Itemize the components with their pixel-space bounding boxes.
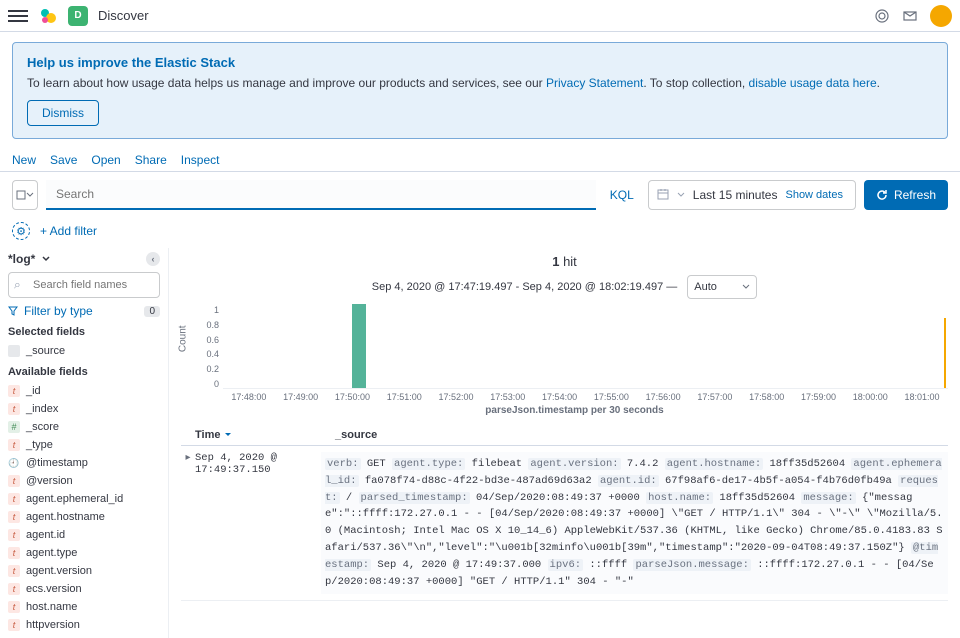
field-item[interactable]: t@version: [8, 472, 160, 490]
banner-text: To learn about how usage data helps us m…: [27, 76, 933, 90]
privacy-link[interactable]: Privacy Statement: [546, 76, 643, 90]
chevron-down-icon: [742, 283, 750, 291]
telemetry-banner: Help us improve the Elastic Stack To lea…: [12, 42, 948, 139]
chevron-down-icon: [677, 191, 685, 199]
inspect-link[interactable]: Inspect: [181, 153, 220, 167]
action-toolbar: New Save Open Share Inspect: [0, 149, 960, 172]
available-fields-label: Available fields: [8, 366, 160, 378]
refresh-icon: [876, 189, 888, 201]
hits-count: 1 hit: [181, 254, 948, 269]
x-axis-label: parseJson.timestamp per 30 seconds: [201, 405, 948, 416]
date-range-text: Last 15 minutes: [693, 188, 778, 202]
histogram-chart[interactable]: Count 10.80.60.40.20 17:48:0017:49:0017:…: [201, 305, 948, 415]
calendar-icon: [657, 188, 669, 203]
td-time: Sep 4, 2020 @ 17:49:37.150: [195, 452, 321, 594]
search-icon: ⌕: [14, 278, 21, 293]
mail-icon[interactable]: [902, 8, 918, 24]
y-axis-label: Count: [178, 325, 189, 352]
saved-query-dropdown[interactable]: [12, 180, 38, 210]
breadcrumb: Discover: [98, 8, 149, 23]
field-item[interactable]: #_score: [8, 418, 160, 436]
field-item[interactable]: 🕘@timestamp: [8, 454, 160, 472]
date-picker[interactable]: Last 15 minutes Show dates: [648, 180, 856, 210]
disable-link[interactable]: disable usage data here: [749, 76, 877, 90]
banner-title: Help us improve the Elastic Stack: [27, 55, 933, 70]
td-source: verb: GET agent.type: filebeat agent.ver…: [321, 452, 948, 594]
selected-fields-label: Selected fields: [8, 326, 160, 338]
search-input[interactable]: [46, 180, 596, 210]
timerange-text: Sep 4, 2020 @ 17:47:19.497 - Sep 4, 2020…: [372, 281, 678, 293]
new-link[interactable]: New: [12, 153, 36, 167]
expand-row-toggle[interactable]: ▸: [181, 452, 195, 594]
help-icon[interactable]: [874, 8, 890, 24]
show-dates-link[interactable]: Show dates: [785, 189, 842, 201]
menu-toggle[interactable]: [8, 6, 28, 26]
open-link[interactable]: Open: [91, 153, 120, 167]
app-badge: D: [68, 6, 88, 26]
filter-settings-icon[interactable]: ⚙: [12, 222, 30, 240]
field-item[interactable]: tagent.id: [8, 526, 160, 544]
field-item[interactable]: thttpversion: [8, 616, 160, 634]
collapse-sidebar-icon[interactable]: ‹: [146, 252, 160, 266]
field-item[interactable]: t_type: [8, 436, 160, 454]
results-table: Time _source ▸ Sep 4, 2020 @ 17:49:37.15…: [181, 425, 948, 601]
field-item[interactable]: t_id: [8, 382, 160, 400]
avatar[interactable]: [930, 5, 952, 27]
field-item[interactable]: _source: [8, 342, 160, 360]
dismiss-button[interactable]: Dismiss: [27, 100, 99, 126]
elastic-logo: [38, 6, 58, 26]
field-item[interactable]: tecs.version: [8, 580, 160, 598]
field-search-input[interactable]: [8, 272, 160, 298]
chevron-down-icon: [41, 254, 51, 264]
index-pattern-selector[interactable]: *log* ‹: [8, 252, 160, 266]
field-item[interactable]: t_index: [8, 400, 160, 418]
filter-icon: [8, 306, 18, 316]
kql-toggle[interactable]: KQL: [604, 188, 640, 202]
field-item[interactable]: tagent.type: [8, 544, 160, 562]
field-item[interactable]: tagent.version: [8, 562, 160, 580]
th-time[interactable]: Time: [195, 429, 335, 441]
refresh-button[interactable]: Refresh: [864, 180, 948, 210]
table-row: ▸ Sep 4, 2020 @ 17:49:37.150 verb: GET a…: [181, 446, 948, 601]
interval-select[interactable]: Auto: [687, 275, 757, 299]
save-link[interactable]: Save: [50, 153, 77, 167]
field-item[interactable]: thost.name: [8, 598, 160, 616]
filter-count-badge: 0: [144, 306, 160, 317]
sort-desc-icon: [224, 431, 232, 439]
add-filter-link[interactable]: + Add filter: [40, 224, 97, 238]
filter-by-type[interactable]: Filter by type 0: [8, 304, 160, 318]
field-item[interactable]: tagent.hostname: [8, 508, 160, 526]
field-item[interactable]: tagent.ephemeral_id: [8, 490, 160, 508]
share-link[interactable]: Share: [135, 153, 167, 167]
fields-sidebar: *log* ‹ ⌕ Filter by type 0 Selected fiel…: [0, 248, 168, 638]
th-source[interactable]: _source: [335, 429, 377, 441]
